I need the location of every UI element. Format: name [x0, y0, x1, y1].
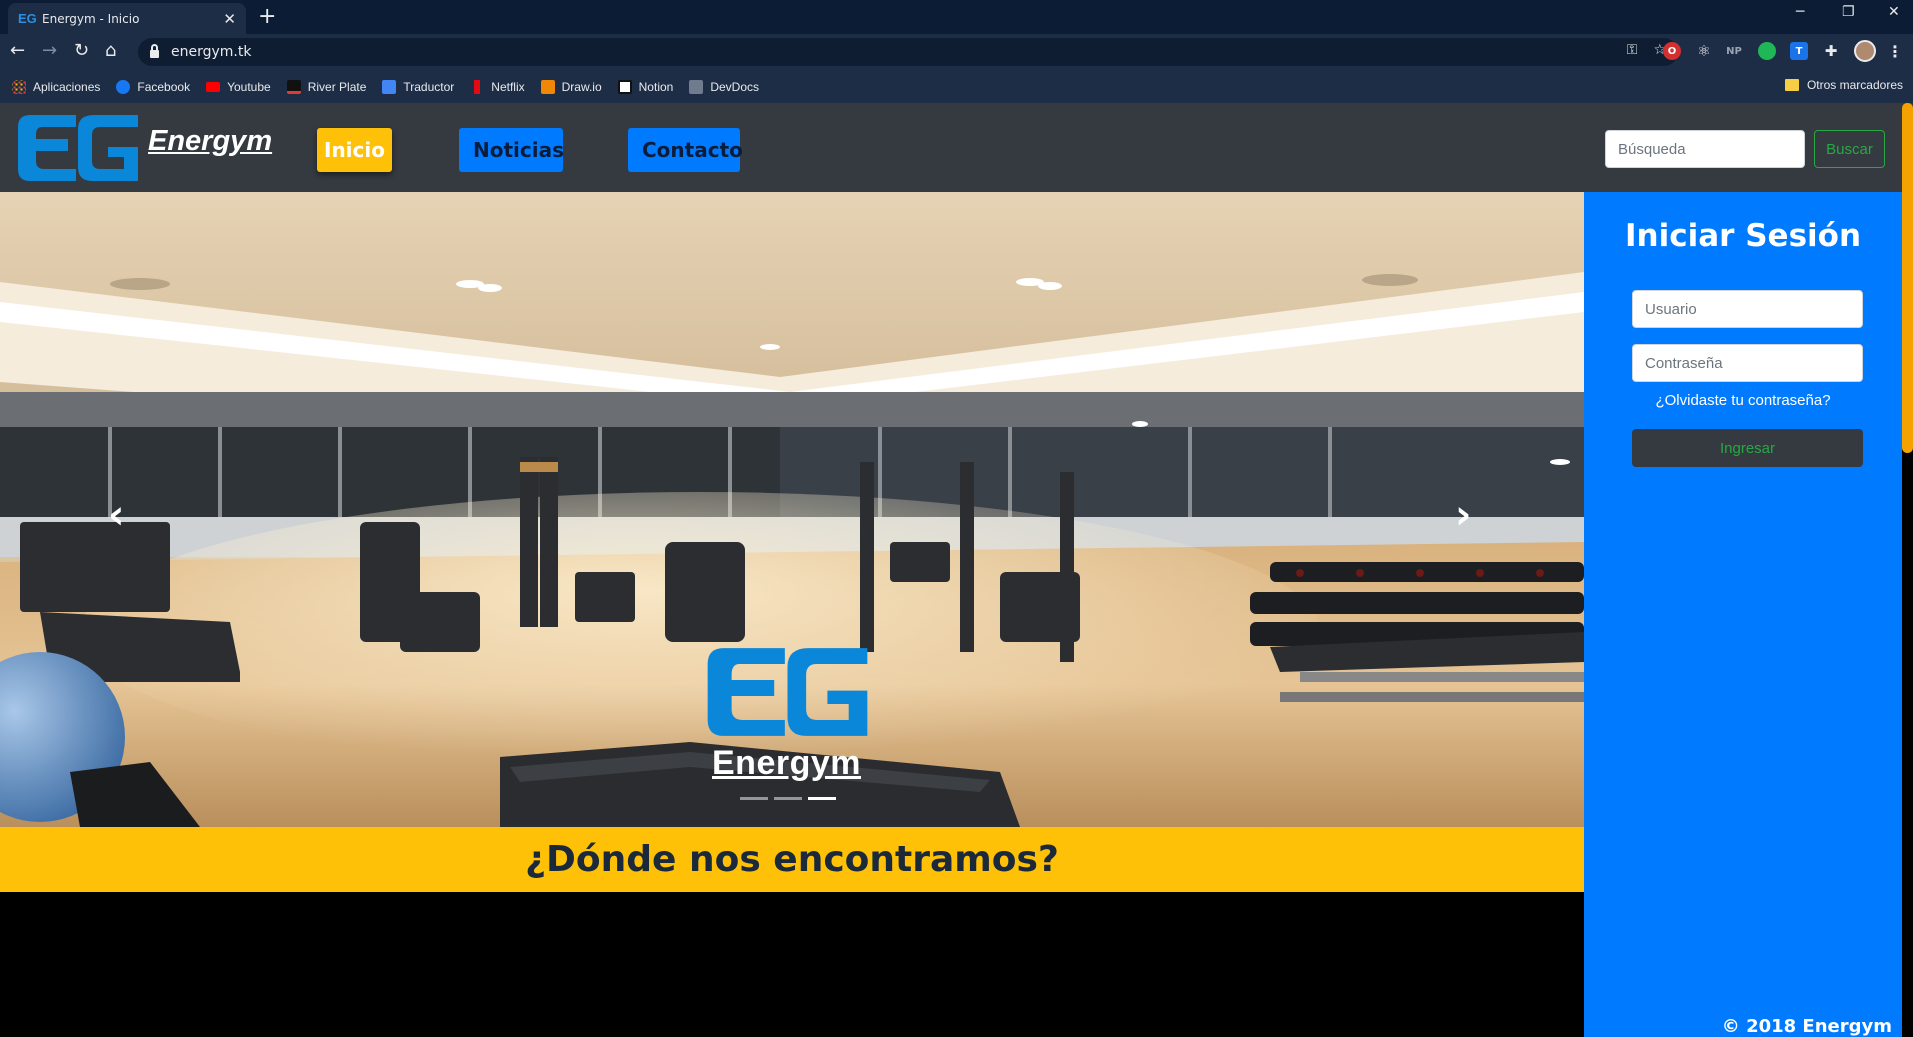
bookmark-drawio[interactable]: Draw.io: [540, 79, 602, 94]
scrollbar-thumb[interactable]: [1902, 103, 1913, 453]
location-title: ¿Dónde nos encontramos?: [525, 839, 1059, 880]
bookmarks-bar: Aplicaciones Facebook Youtube River Plat…: [0, 70, 1913, 103]
carousel-prev-icon[interactable]: ‹: [108, 495, 124, 535]
tab-close-icon[interactable]: ✕: [223, 10, 236, 28]
bookmark-label: River Plate: [307, 79, 367, 94]
tab-favicon-icon: EG: [18, 11, 37, 26]
carousel-indicators: [740, 797, 836, 800]
lock-icon: [150, 43, 159, 58]
reload-icon[interactable]: ↻: [74, 40, 89, 61]
bookmark-youtube[interactable]: Youtube: [206, 80, 271, 94]
browser-tab[interactable]: EG Energym - Inicio ✕: [8, 3, 246, 34]
browser-toolbar: ← → ↻ ⌂ energym.tk ⚿ ☆ O ⚛ NP T ✚ ⋮: [0, 34, 1913, 70]
site-brand[interactable]: Energym: [148, 125, 272, 158]
drawio-icon: [540, 79, 555, 94]
carousel-indicator-active[interactable]: [808, 797, 836, 800]
carousel-brand: Energym: [712, 744, 861, 782]
address-bar[interactable]: energym.tk ⚿ ☆: [138, 38, 1678, 66]
river-plate-icon: [286, 79, 301, 94]
other-bookmarks-label: Otros marcadores: [1806, 78, 1903, 92]
bookmark-devdocs[interactable]: DevDocs: [689, 79, 760, 94]
folder-icon: [1784, 79, 1799, 91]
profile-avatar[interactable]: [1854, 40, 1876, 62]
login-submit-button[interactable]: Ingresar: [1632, 429, 1863, 467]
facebook-icon: [116, 79, 131, 94]
nav-contacto-button[interactable]: Contacto: [628, 128, 743, 172]
other-bookmarks[interactable]: Otros marcadores: [1784, 78, 1903, 92]
hero-carousel: ‹ › Energym: [0, 192, 1584, 827]
translate-icon: [382, 79, 397, 94]
home-icon[interactable]: ⌂: [105, 40, 116, 61]
extension-t-icon[interactable]: T: [1790, 42, 1808, 60]
key-icon[interactable]: ⚿: [1627, 42, 1638, 58]
copyright-text: © 2018 Energym: [1721, 1016, 1892, 1037]
react-devtools-icon[interactable]: ⚛: [1695, 42, 1713, 60]
bookmark-label: Youtube: [227, 79, 271, 94]
netflix-icon: [470, 79, 485, 94]
carousel-energym-logo-icon: [707, 648, 868, 736]
minimize-icon[interactable]: ─: [1796, 4, 1804, 20]
bookmark-label: Aplicaciones: [33, 79, 101, 94]
extension-np-icon[interactable]: NP: [1725, 42, 1743, 60]
carousel-next-icon[interactable]: ›: [1455, 495, 1471, 535]
tab-title: Energym - Inicio: [42, 11, 140, 26]
bookmark-label: Facebook: [137, 79, 191, 94]
green-extension-icon[interactable]: [1758, 42, 1776, 60]
bookmark-notion[interactable]: Notion: [617, 79, 674, 94]
nav-noticias-button[interactable]: Noticias: [459, 128, 564, 172]
devdocs-icon: [689, 79, 704, 94]
bookmark-facebook[interactable]: Facebook: [116, 79, 191, 94]
bookmark-river-plate[interactable]: River Plate: [286, 79, 367, 94]
password-input[interactable]: Contraseña: [1632, 344, 1863, 382]
notion-icon: [617, 79, 632, 94]
bookmark-label: Netflix: [491, 79, 525, 94]
search-input[interactable]: Búsqueda: [1605, 130, 1805, 168]
carousel-indicator[interactable]: [740, 797, 768, 800]
forgot-password-link[interactable]: ¿Olvidaste tu contraseña?: [1584, 392, 1902, 409]
browser-tab-strip: EG Energym - Inicio ✕ + ─ ❐ ✕: [0, 0, 1913, 34]
forward-icon[interactable]: →: [42, 40, 57, 61]
bookmark-traductor[interactable]: Traductor: [382, 79, 455, 94]
bookmark-netflix[interactable]: Netflix: [470, 79, 525, 94]
login-panel: Iniciar Sesión Usuario Contraseña ¿Olvid…: [1584, 192, 1902, 1037]
browser-menu-icon[interactable]: ⋮: [1886, 42, 1904, 61]
location-section-header: ¿Dónde nos encontramos?: [0, 827, 1584, 892]
carousel-indicator[interactable]: [774, 797, 802, 800]
apps-grid-icon: [12, 79, 26, 94]
youtube-icon: [206, 81, 221, 92]
nav-inicio-button[interactable]: Inicio: [317, 128, 392, 172]
url-text: energym.tk: [171, 44, 252, 60]
window-close-icon[interactable]: ✕: [1888, 4, 1900, 20]
opera-extension-icon[interactable]: O: [1663, 42, 1681, 60]
username-input[interactable]: Usuario: [1632, 290, 1863, 328]
bookmark-aplicaciones[interactable]: Aplicaciones: [12, 79, 101, 94]
bookmark-label: Notion: [638, 79, 674, 94]
extensions-puzzle-icon[interactable]: ✚: [1822, 42, 1840, 60]
login-title: Iniciar Sesión: [1624, 218, 1862, 254]
back-icon[interactable]: ←: [10, 40, 25, 61]
search-button[interactable]: Buscar: [1814, 130, 1885, 168]
restore-icon[interactable]: ❐: [1842, 4, 1855, 20]
bookmark-label: DevDocs: [710, 79, 760, 94]
new-tab-icon[interactable]: +: [258, 4, 276, 30]
bookmark-label: Draw.io: [561, 79, 602, 94]
energym-logo-icon[interactable]: [16, 113, 140, 183]
bookmark-label: Traductor: [403, 79, 455, 94]
site-navbar: Energym Inicio Noticias Contacto Búsqued…: [0, 103, 1913, 192]
